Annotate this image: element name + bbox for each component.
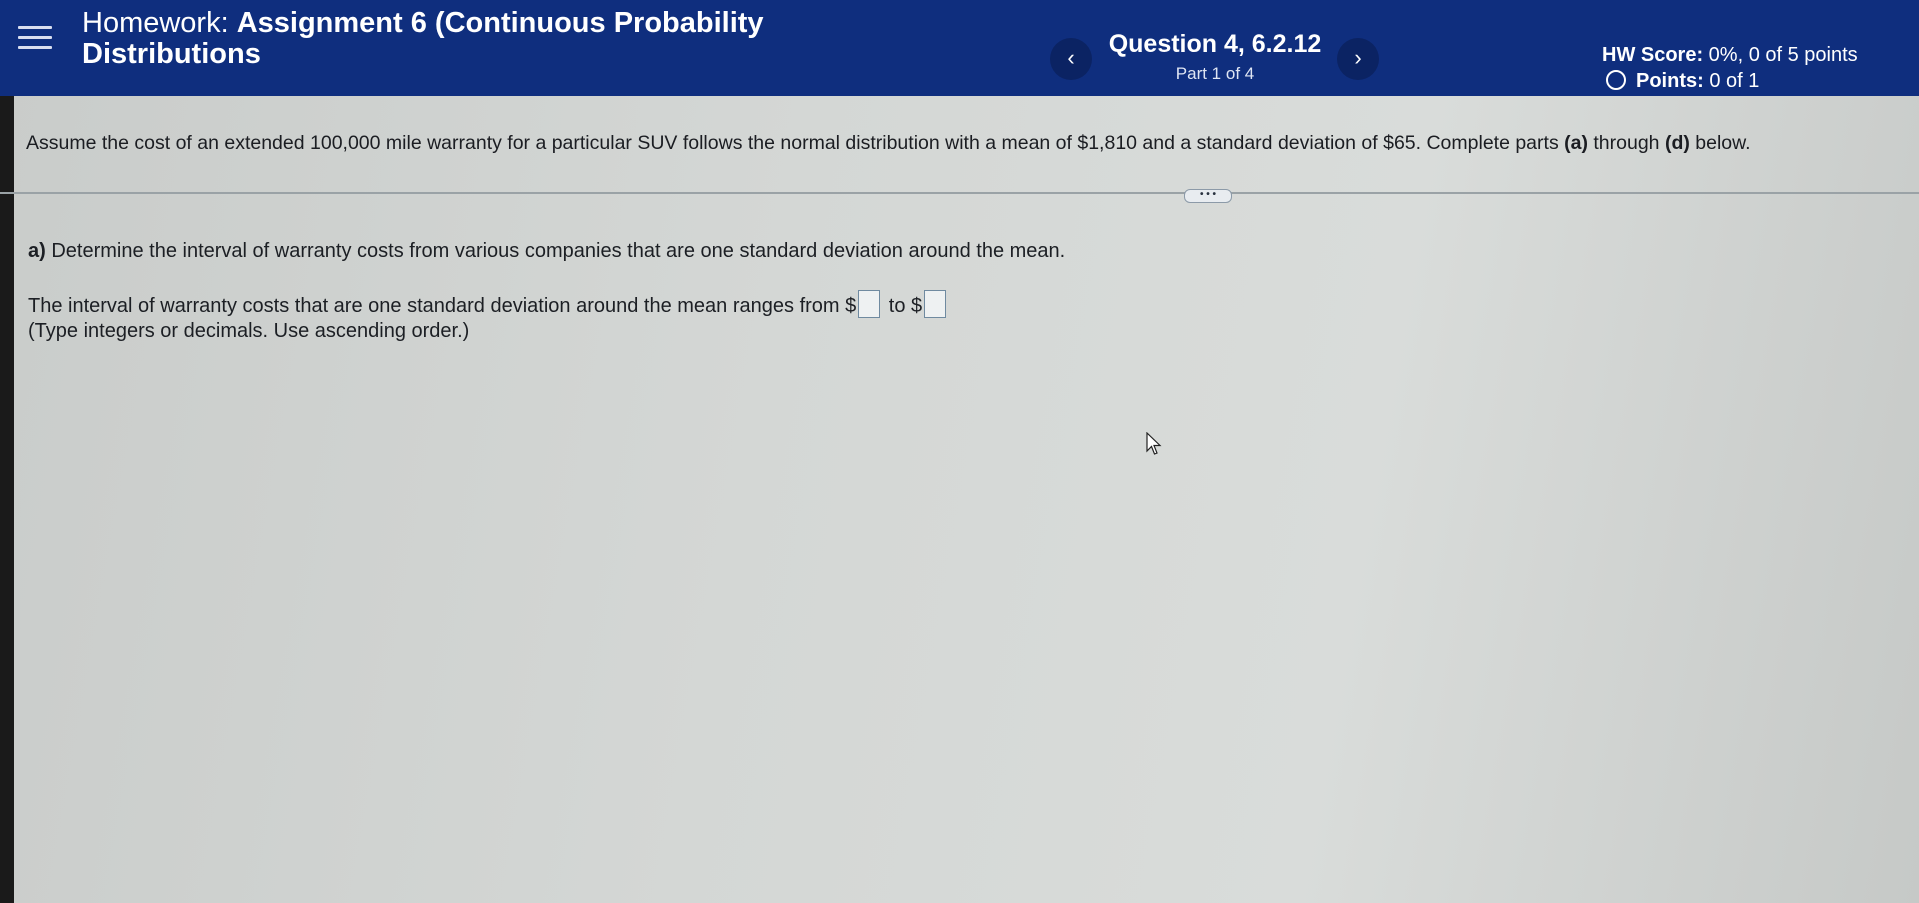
problem-statement: Assume the cost of an extended 100,000 m… xyxy=(26,132,1886,155)
statement-end: below. xyxy=(1689,132,1751,154)
hw-score-label: HW Score: xyxy=(1602,44,1704,66)
header-bar: Homework: Assignment 6 (Continuous Proba… xyxy=(0,0,1919,96)
question-title: Question 4, 6.2.12 xyxy=(1108,30,1322,58)
status-circle-icon xyxy=(1606,70,1626,90)
answer-line: The interval of warranty costs that are … xyxy=(28,290,949,318)
part-a-text: Determine the interval of warranty costs… xyxy=(45,240,1066,262)
answer-hint: (Type integers or decimals. Use ascendin… xyxy=(28,320,470,342)
upper-bound-input[interactable] xyxy=(924,290,947,318)
part-a-letter: a) xyxy=(28,240,46,262)
part-a-question: a) Determine the interval of warranty co… xyxy=(28,240,1065,263)
lower-bound-input[interactable] xyxy=(858,290,881,318)
statement-mid: through xyxy=(1587,132,1665,154)
answer-mid: to $ xyxy=(883,295,923,317)
menu-icon[interactable] xyxy=(18,26,52,56)
points-label: Points: xyxy=(1636,70,1704,92)
points-value: 0 of 1 xyxy=(1703,70,1760,92)
answer-prefix: The interval of warranty costs that are … xyxy=(28,295,857,317)
page: Homework: Assignment 6 (Continuous Proba… xyxy=(0,0,1919,903)
statement-part-d: (d) xyxy=(1664,132,1690,154)
hw-score: HW Score: 0%, 0 of 5 points xyxy=(1602,44,1858,67)
screen-bezel xyxy=(0,96,14,903)
section-divider xyxy=(0,192,1919,194)
question-part-indicator: Part 1 of 4 xyxy=(1175,64,1255,83)
previous-question-button[interactable]: ‹ xyxy=(1050,38,1092,80)
hw-score-value: 0%, 0 of 5 points xyxy=(1703,44,1858,66)
next-question-button[interactable]: › xyxy=(1337,38,1379,80)
statement-text: Assume the cost of an extended 100,000 m… xyxy=(26,132,1565,154)
expand-more-button[interactable]: • • • xyxy=(1184,189,1232,203)
homework-title: Homework: Assignment 6 (Continuous Proba… xyxy=(82,8,842,70)
points-status: Points: 0 of 1 xyxy=(1606,70,1759,93)
mouse-pointer-icon xyxy=(1146,432,1162,455)
homework-title-prefix: Homework: xyxy=(82,7,237,39)
statement-part-a: (a) xyxy=(1564,132,1588,154)
